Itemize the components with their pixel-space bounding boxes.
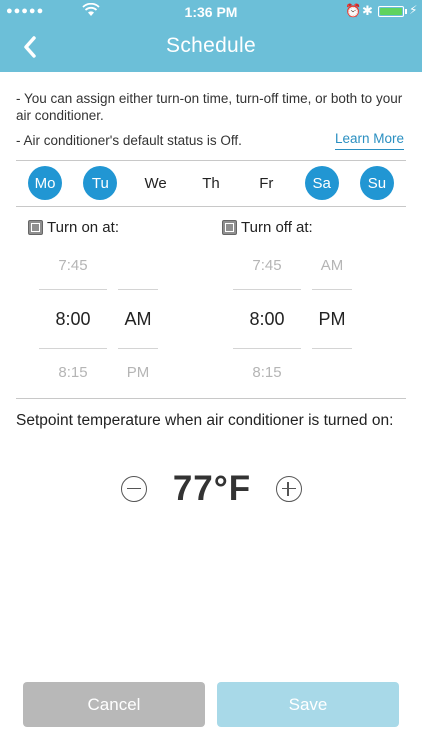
turn-off-checkbox[interactable] (222, 220, 237, 235)
charging-icon: ⚡ (409, 3, 418, 17)
bluetooth-icon: ✱ (362, 3, 373, 18)
day-sa[interactable]: Sa (304, 166, 339, 200)
cancel-button[interactable]: Cancel (23, 682, 205, 727)
turn-off-section: Turn off at: (222, 219, 313, 236)
day-selector: Mo Tu We Th Fr Sa Su (16, 163, 406, 205)
divider (16, 206, 406, 207)
picker-line (312, 348, 352, 349)
turn-off-label: Turn off at: (241, 219, 313, 236)
picker-line (39, 289, 107, 290)
day-we[interactable]: We (139, 166, 173, 200)
picker-option: AM (320, 257, 344, 274)
info-line-assign: - You can assign either turn-on time, tu… (16, 91, 403, 123)
picker-option: 7:45 (252, 257, 282, 274)
day-fr[interactable]: Fr (249, 166, 283, 200)
divider (16, 160, 406, 161)
picker-option: 8:15 (58, 364, 88, 381)
picker-line (118, 348, 158, 349)
header-bar: ●●●●● 1:36 PM ⏰ ✱ ⚡ Schedule (0, 0, 422, 72)
battery-icon (378, 6, 407, 17)
picker-line (118, 289, 158, 290)
picker-line (39, 348, 107, 349)
setpoint-label: Setpoint temperature when air conditione… (16, 412, 394, 429)
turn-off-time-picker[interactable]: 7:45 8:00 8:15 (233, 250, 301, 390)
picker-line (233, 348, 301, 349)
picker-option: 8:15 (252, 364, 282, 381)
picker-selected-ampm: PM (318, 309, 346, 329)
turn-on-checkbox[interactable] (28, 220, 43, 235)
picker-selected-time: 8:00 (55, 309, 91, 329)
turn-off-ampm-picker[interactable]: AM PM (312, 250, 352, 390)
alarm-icon: ⏰ (345, 3, 362, 18)
picker-selected-ampm: AM (124, 309, 152, 329)
day-tu[interactable]: Tu (83, 166, 118, 200)
divider (16, 398, 406, 399)
decrease-temperature-button[interactable] (121, 476, 147, 502)
turn-on-time-picker[interactable]: 7:45 8:00 8:15 (39, 250, 107, 390)
page-title: Schedule (166, 34, 256, 57)
turn-on-label: Turn on at: (47, 219, 119, 236)
temperature-control: 77°F (0, 466, 422, 514)
increase-temperature-button[interactable] (276, 476, 302, 502)
save-button[interactable]: Save (217, 682, 399, 727)
picker-line (233, 289, 301, 290)
picker-option: 7:45 (58, 257, 88, 274)
turn-on-section: Turn on at: (28, 219, 119, 236)
temperature-value: 77°F (172, 469, 252, 508)
day-mo[interactable]: Mo (28, 166, 62, 200)
day-su[interactable]: Su (359, 166, 394, 200)
day-th[interactable]: Th (194, 166, 228, 200)
status-bar: ●●●●● 1:36 PM ⏰ ✱ ⚡ (0, 0, 422, 24)
picker-selected-time: 8:00 (249, 309, 285, 329)
picker-option: PM (126, 364, 150, 381)
learn-more-link[interactable]: Learn More (334, 131, 404, 150)
picker-line (312, 289, 352, 290)
turn-on-ampm-picker[interactable]: AM PM (118, 250, 158, 390)
